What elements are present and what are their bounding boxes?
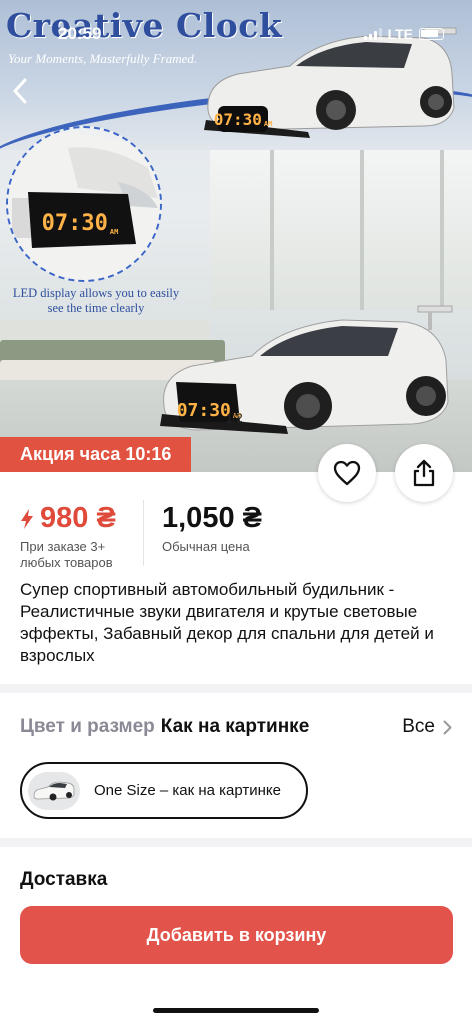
add-to-cart-button[interactable]: Добавить в корзину: [20, 906, 453, 964]
regular-price-block: 1,050 ₴ Обычная цена: [162, 502, 262, 555]
variant-label: Цвет и размер: [20, 716, 155, 737]
clock-display-top: 07:30 AM: [214, 106, 272, 132]
favorite-button[interactable]: [318, 444, 376, 502]
battery-icon: [419, 28, 444, 40]
status-indicators: LTE: [363, 26, 444, 42]
section-divider: [0, 838, 472, 847]
product-image-gallery[interactable]: 07:30 AM 07:30 AM 07:30 AM Creative Cloc…: [0, 0, 472, 472]
back-button[interactable]: [6, 74, 34, 108]
share-icon: [413, 459, 435, 487]
heart-icon: [333, 460, 361, 486]
signal-icon: [363, 28, 382, 40]
variant-value: Как на картинке: [160, 716, 310, 737]
variant-option-chip[interactable]: One Size – как на картинке: [20, 762, 308, 819]
home-indicator[interactable]: [153, 1008, 319, 1013]
network-type: LTE: [387, 26, 413, 42]
clock-time-zoom: 07:30: [41, 210, 108, 236]
zoom-detail-circle: 07:30 AM: [6, 126, 162, 282]
status-time: 20:59: [58, 24, 102, 43]
variant-option-label: One Size – как на картинке: [94, 782, 281, 799]
clock-suffix-top: AM: [263, 120, 273, 128]
hero-subtitle: Your Moments, Masterfully Framed.: [8, 51, 198, 66]
clock-time-top: 07:30: [213, 109, 262, 129]
regular-price: 1,050 ₴: [162, 502, 262, 534]
chevron-left-icon: [13, 78, 27, 104]
variant-selector-row[interactable]: Цвет и размер Как на картинке Все: [20, 716, 452, 738]
sale-price-note: При заказе 3+ любых товаров: [20, 539, 113, 570]
clock-suffix-zoom: AM: [109, 228, 119, 236]
view-all-variants[interactable]: Все: [402, 716, 452, 738]
delivery-section-title: Доставка: [20, 869, 108, 890]
sale-price-block: 980 ₴ При заказе 3+ любых товаров: [20, 502, 138, 571]
section-divider: [0, 684, 472, 693]
price-divider: [143, 500, 144, 566]
hero-caption: LED display allows you to easily see the…: [12, 286, 180, 315]
variant-thumbnail: [28, 771, 80, 810]
sale-price: 980 ₴: [40, 502, 116, 534]
lightning-icon: [21, 508, 33, 529]
background-window: [210, 150, 472, 310]
regular-price-note: Обычная цена: [162, 539, 250, 554]
chevron-right-icon: [443, 720, 452, 734]
hero-title: Creative Clock: [6, 6, 283, 45]
view-all-label: Все: [402, 716, 435, 737]
share-button[interactable]: [395, 444, 453, 502]
gallery-page-indicator: 1/2: [226, 411, 243, 425]
product-title: Супер спортивный автомобильный будильник…: [20, 580, 434, 665]
flash-sale-badge: Акция часа 10:16: [0, 437, 192, 472]
clock-time-main: 07:30: [176, 399, 231, 421]
